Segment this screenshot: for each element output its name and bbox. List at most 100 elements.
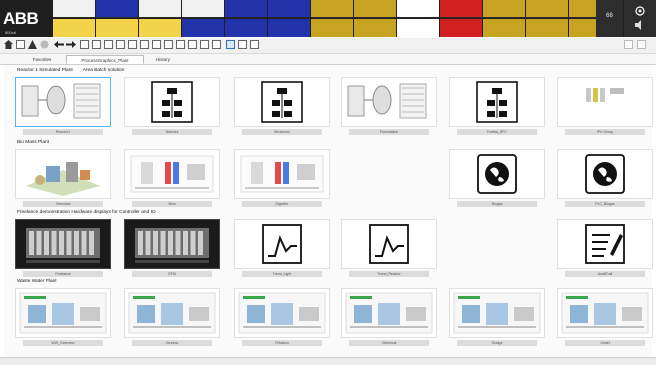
display-caption: Batches — [132, 129, 212, 135]
display-caption: PLC_Biogas — [565, 201, 645, 207]
alarm-tile-top — [53, 0, 95, 18]
tab-process-graphics[interactable]: ProcessGraphics_Plant — [66, 55, 144, 64]
alarm-tile[interactable] — [225, 0, 267, 37]
display-thumbnail[interactable] — [234, 77, 330, 127]
alarm-tile-top — [225, 0, 267, 18]
display-icon-7[interactable] — [152, 40, 161, 49]
back-arrow-icon[interactable] — [54, 41, 64, 48]
alarm-tile-top — [139, 0, 181, 18]
alarm-tile-top — [397, 0, 439, 18]
alarm-count-panel[interactable]: 68 — [596, 0, 623, 37]
alarm-tile[interactable] — [440, 0, 482, 37]
zoom-icon-3[interactable] — [250, 40, 259, 49]
alarm-tile-bottom — [440, 19, 482, 37]
display-icon-9[interactable] — [176, 40, 185, 49]
display-thumbnail[interactable] — [15, 149, 111, 199]
alarm-tile[interactable] — [268, 0, 310, 37]
info-icon[interactable] — [40, 40, 49, 49]
alarm-tile-bottom — [354, 19, 396, 37]
speaker-icon[interactable] — [634, 20, 646, 30]
display-thumbnail[interactable] — [234, 288, 330, 338]
display-icon-12[interactable] — [212, 40, 221, 49]
alarm-tile-top — [311, 0, 353, 18]
display-thumbnail[interactable] — [557, 288, 653, 338]
display-thumbnail[interactable] — [341, 219, 437, 269]
display-caption: IPU Group — [565, 129, 645, 135]
tab-strip: Favorites ProcessGraphics_Plant History — [0, 54, 656, 65]
display-thumbnail[interactable] — [124, 77, 220, 127]
forward-arrow-icon[interactable] — [66, 41, 76, 48]
alarm-tile[interactable] — [526, 0, 568, 37]
tab-favorites[interactable]: Favorites — [22, 55, 62, 64]
display-caption: Trend_Light — [242, 271, 322, 277]
display-icon-2[interactable] — [92, 40, 101, 49]
display-icon-3[interactable] — [104, 40, 113, 49]
display-thumbnail[interactable] — [449, 288, 545, 338]
display-icon-10[interactable] — [188, 40, 197, 49]
alarm-tile[interactable] — [53, 0, 95, 37]
display-thumbnail[interactable] — [341, 288, 437, 338]
alarm-tile[interactable] — [96, 0, 138, 37]
display-caption: Biogas — [457, 201, 537, 207]
alarm-tile[interactable] — [182, 0, 224, 37]
alarm-tile[interactable] — [483, 0, 525, 37]
display-thumbnail[interactable] — [234, 219, 330, 269]
section-heading: Freelance demonstration Hardware display… — [17, 210, 156, 215]
section-heading: Bio Mass Plant — [17, 140, 49, 145]
alarm-tile[interactable] — [397, 0, 439, 37]
display-caption: Chemical — [349, 340, 429, 346]
alarm-tile[interactable] — [311, 0, 353, 37]
settings-panel[interactable] — [624, 0, 656, 37]
alarm-tile-top — [268, 0, 310, 18]
alarm-tile-top — [354, 0, 396, 18]
toolbar — [0, 38, 656, 54]
home-icon[interactable] — [4, 40, 13, 49]
display-thumbnail[interactable] — [124, 149, 220, 199]
display-thumbnail[interactable] — [15, 288, 111, 338]
alarm-tile-bottom — [53, 19, 95, 37]
display-caption: AuditTrail — [565, 271, 645, 277]
display-caption: DTM — [132, 271, 212, 277]
display-caption: Reactor1 — [23, 129, 103, 135]
zoom-icon-1[interactable] — [226, 40, 235, 49]
display-caption: WW_Overview — [23, 340, 103, 346]
display-thumbnail[interactable] — [557, 219, 653, 269]
display-caption: Filtration — [242, 340, 322, 346]
alarm-tile-bottom — [526, 19, 568, 37]
alarm-tile-bottom — [268, 19, 310, 37]
alarm-tile-bottom — [483, 19, 525, 37]
alarm-count-text: 68 — [606, 13, 613, 19]
display-thumbnail[interactable] — [15, 219, 111, 269]
alarm-tile-bottom — [182, 19, 224, 37]
screen-icon[interactable] — [16, 40, 25, 49]
display-thumbnail[interactable] — [449, 77, 545, 127]
display-icon-5[interactable] — [128, 40, 137, 49]
zoom-icon-2[interactable] — [238, 40, 247, 49]
display-thumbnail[interactable] — [124, 288, 220, 338]
alarm-icon[interactable] — [28, 40, 37, 49]
display-gallery: Reactor 1 Simulated Plant Area Batch solu… — [4, 65, 653, 357]
display-thumbnail[interactable] — [341, 77, 437, 127]
display-icon-8[interactable] — [164, 40, 173, 49]
display-thumbnail[interactable] — [449, 149, 545, 199]
alarm-band[interactable] — [53, 0, 612, 37]
window-icon-1[interactable] — [624, 40, 633, 49]
display-icon-11[interactable] — [200, 40, 209, 49]
abb-logo: ABB — [3, 9, 39, 28]
alarm-tile[interactable] — [139, 0, 181, 37]
display-thumbnail[interactable] — [234, 149, 330, 199]
display-thumbnail[interactable] — [557, 77, 653, 127]
display-thumbnail[interactable] — [15, 77, 111, 127]
alarm-tile[interactable] — [354, 0, 396, 37]
display-caption: Trend_Reactor — [349, 271, 429, 277]
tab-history[interactable]: History — [148, 55, 178, 64]
display-icon-6[interactable] — [140, 40, 149, 49]
display-icon-1[interactable] — [80, 40, 89, 49]
display-icon-4[interactable] — [116, 40, 125, 49]
alarm-tile-bottom — [139, 19, 181, 37]
alarm-tile-top — [526, 0, 568, 18]
display-thumbnail[interactable] — [557, 149, 653, 199]
display-thumbnail[interactable] — [124, 219, 220, 269]
gear-icon[interactable] — [634, 5, 646, 17]
window-icon-2[interactable] — [637, 40, 646, 49]
